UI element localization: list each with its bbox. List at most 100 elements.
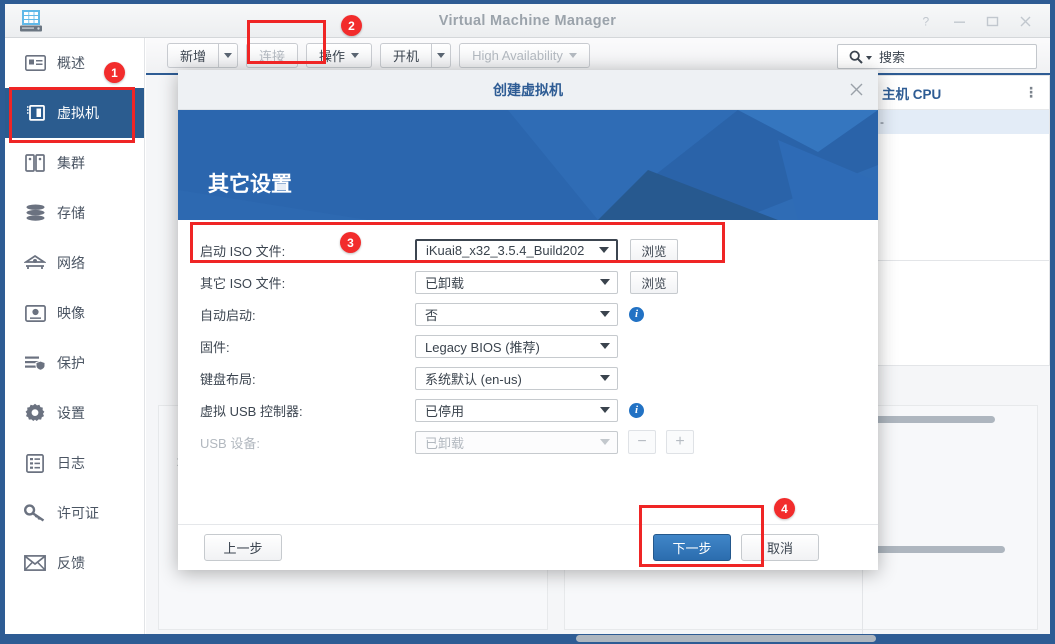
boot-iso-label: 启动 ISO 文件: <box>200 243 286 259</box>
sidebar-item-log[interactable]: 日志 <box>5 438 144 488</box>
sidebar-item-storage[interactable]: 存储 <box>5 188 144 238</box>
toolbar-create-button[interactable]: 新增 <box>167 43 219 68</box>
firmware-value: Legacy BIOS (推荐) <box>425 339 540 355</box>
annotation-badge-1: 1 <box>104 62 125 83</box>
cluster-icon <box>23 151 47 175</box>
sidebar-item-cluster[interactable]: 集群 <box>5 138 144 188</box>
banner-polygon-art <box>178 110 878 220</box>
virtual-usb-controller-label: 虚拟 USB 控制器: <box>200 403 303 419</box>
window-title: Virtual Machine Manager <box>438 13 617 29</box>
chevron-down-icon <box>600 279 610 285</box>
window-border-bottom <box>0 634 1055 644</box>
storage-disks-icon <box>23 201 47 225</box>
keyboard-layout-field-row: 键盘布局: 系统默认 (en-us) <box>178 362 878 394</box>
keyboard-layout-value: 系统默认 (en-us) <box>425 371 522 387</box>
chevron-down-icon <box>600 439 610 445</box>
annotation-badge-3: 3 <box>340 232 361 253</box>
sidebar-item-label: 概述 <box>57 55 85 71</box>
toolbar-action-label: 操作 <box>319 49 346 64</box>
boot-iso-value: iKuai8_x32_3.5.4_Build202 <box>426 242 585 258</box>
other-iso-browse-button[interactable]: 浏览 <box>630 270 678 294</box>
svg-text:?: ? <box>923 15 930 28</box>
usb-device-remove-button[interactable]: − <box>628 430 656 454</box>
chevron-down-icon <box>866 56 872 60</box>
host-cpu-card-header: 主机 CPU ⋮ <box>870 76 1049 110</box>
autostart-label: 自动启动: <box>200 307 256 323</box>
usb-device-add-button[interactable]: + <box>666 430 694 454</box>
dialog-step-heading: 其它设置 <box>208 173 292 196</box>
key-icon <box>23 501 47 525</box>
dialog-close-button[interactable] <box>849 70 864 109</box>
chevron-down-icon <box>600 343 610 349</box>
firmware-label: 固件: <box>200 339 230 355</box>
dialog-prev-button[interactable]: 上一步 <box>204 534 282 561</box>
search-icon <box>849 50 863 64</box>
virtual-usb-controller-select[interactable]: 已停用 <box>415 398 618 422</box>
dialog-cancel-button[interactable]: 取消 <box>741 534 819 561</box>
dialog-footer: 上一步 下一步 取消 <box>178 524 878 570</box>
chevron-down-icon <box>351 53 360 58</box>
toolbar-high-availability-button[interactable]: High Availability <box>459 43 590 68</box>
help-button[interactable]: ? <box>910 4 943 38</box>
create-button-group: 新增 <box>167 43 239 68</box>
toolbar-poweron-button[interactable]: 开机 <box>380 43 432 68</box>
envelope-icon <box>23 551 47 575</box>
protection-icon <box>23 351 47 375</box>
search-input[interactable]: 搜索 <box>837 44 1037 69</box>
firmware-field-row: 固件: Legacy BIOS (推荐) <box>178 330 878 362</box>
usb-device-label: USB 设备: <box>200 435 260 451</box>
usb-device-select: 已卸载 <box>415 430 618 454</box>
sidebar-item-label: 虚拟机 <box>57 105 99 121</box>
sidebar-item-image[interactable]: 映像 <box>5 288 144 338</box>
firmware-select[interactable]: Legacy BIOS (推荐) <box>415 334 618 358</box>
dialog-title: 创建虚拟机 <box>493 81 563 98</box>
poweron-button-group: 开机 <box>380 43 452 68</box>
dialog-next-button[interactable]: 下一步 <box>653 534 731 561</box>
sidebar-item-label: 存储 <box>57 205 85 221</box>
toolbar-connect-button[interactable]: 连接 <box>246 43 299 68</box>
overview-card-icon <box>23 51 47 75</box>
sidebar-item-protection[interactable]: 保护 <box>5 338 144 388</box>
sidebar-item-settings[interactable]: 设置 <box>5 388 144 438</box>
sidebar-item-license[interactable]: 许可证 <box>5 488 144 538</box>
keyboard-layout-select[interactable]: 系统默认 (en-us) <box>415 366 618 390</box>
boot-iso-select[interactable]: iKuai8_x32_3.5.4_Build202 <box>415 238 618 262</box>
sidebar-item-feedback[interactable]: 反馈 <box>5 538 144 588</box>
boot-iso-browse-button[interactable]: 浏览 <box>630 238 678 262</box>
network-icon <box>23 251 47 275</box>
close-button[interactable] <box>1009 4 1042 38</box>
toolbar-poweron-dropdown-button[interactable] <box>431 43 452 68</box>
other-iso-select[interactable]: 已卸载 <box>415 270 618 294</box>
autostart-select[interactable]: 否 <box>415 302 618 326</box>
sidebar-item-label: 保护 <box>57 355 85 371</box>
sidebar-item-label: 日志 <box>57 455 85 471</box>
virtual-machine-icon <box>23 101 47 125</box>
more-options-icon[interactable]: ⋮ <box>1024 84 1039 101</box>
info-icon[interactable]: i <box>629 306 644 322</box>
other-iso-label: 其它 ISO 文件: <box>200 275 286 291</box>
sidebar-item-virtual-machine[interactable]: 虚拟机 <box>5 88 144 138</box>
sidebar-item-label: 设置 <box>57 405 85 421</box>
dialog-form: 启动 ISO 文件: iKuai8_x32_3.5.4_Build202 浏览 … <box>178 220 878 525</box>
host-cpu-row[interactable]: - <box>870 110 1049 134</box>
window-titlebar: Virtual Machine Manager ? <box>5 4 1050 38</box>
toolbar-create-dropdown-button[interactable] <box>218 43 239 68</box>
create-vm-dialog: 创建虚拟机 其它设置 启动 ISO 文件: iKuai8_x32_3.5.4_B… <box>178 70 878 570</box>
autostart-field-row: 自动启动: 否 i <box>178 298 878 330</box>
vmm-window: Virtual Machine Manager ? 概述 虚拟机 集群 存储 网… <box>0 0 1055 644</box>
search-placeholder: 搜索 <box>879 50 906 65</box>
maximize-button[interactable] <box>976 4 1009 38</box>
other-iso-value: 已卸载 <box>425 275 465 291</box>
minimize-button[interactable] <box>943 4 976 38</box>
chevron-down-icon <box>599 247 609 253</box>
host-cpu-row-value: - <box>880 115 884 129</box>
toolbar-action-button[interactable]: 操作 <box>306 43 373 68</box>
sidebar-item-overview[interactable]: 概述 <box>5 38 144 88</box>
sidebar-item-label: 集群 <box>57 155 85 171</box>
gear-icon <box>23 401 47 425</box>
info-icon[interactable]: i <box>629 402 644 418</box>
sidebar-item-label: 映像 <box>57 305 85 321</box>
sidebar-item-network[interactable]: 网络 <box>5 238 144 288</box>
annotation-badge-4: 4 <box>774 498 795 519</box>
virtual-usb-controller-field-row: 虚拟 USB 控制器: 已停用 i <box>178 394 878 426</box>
